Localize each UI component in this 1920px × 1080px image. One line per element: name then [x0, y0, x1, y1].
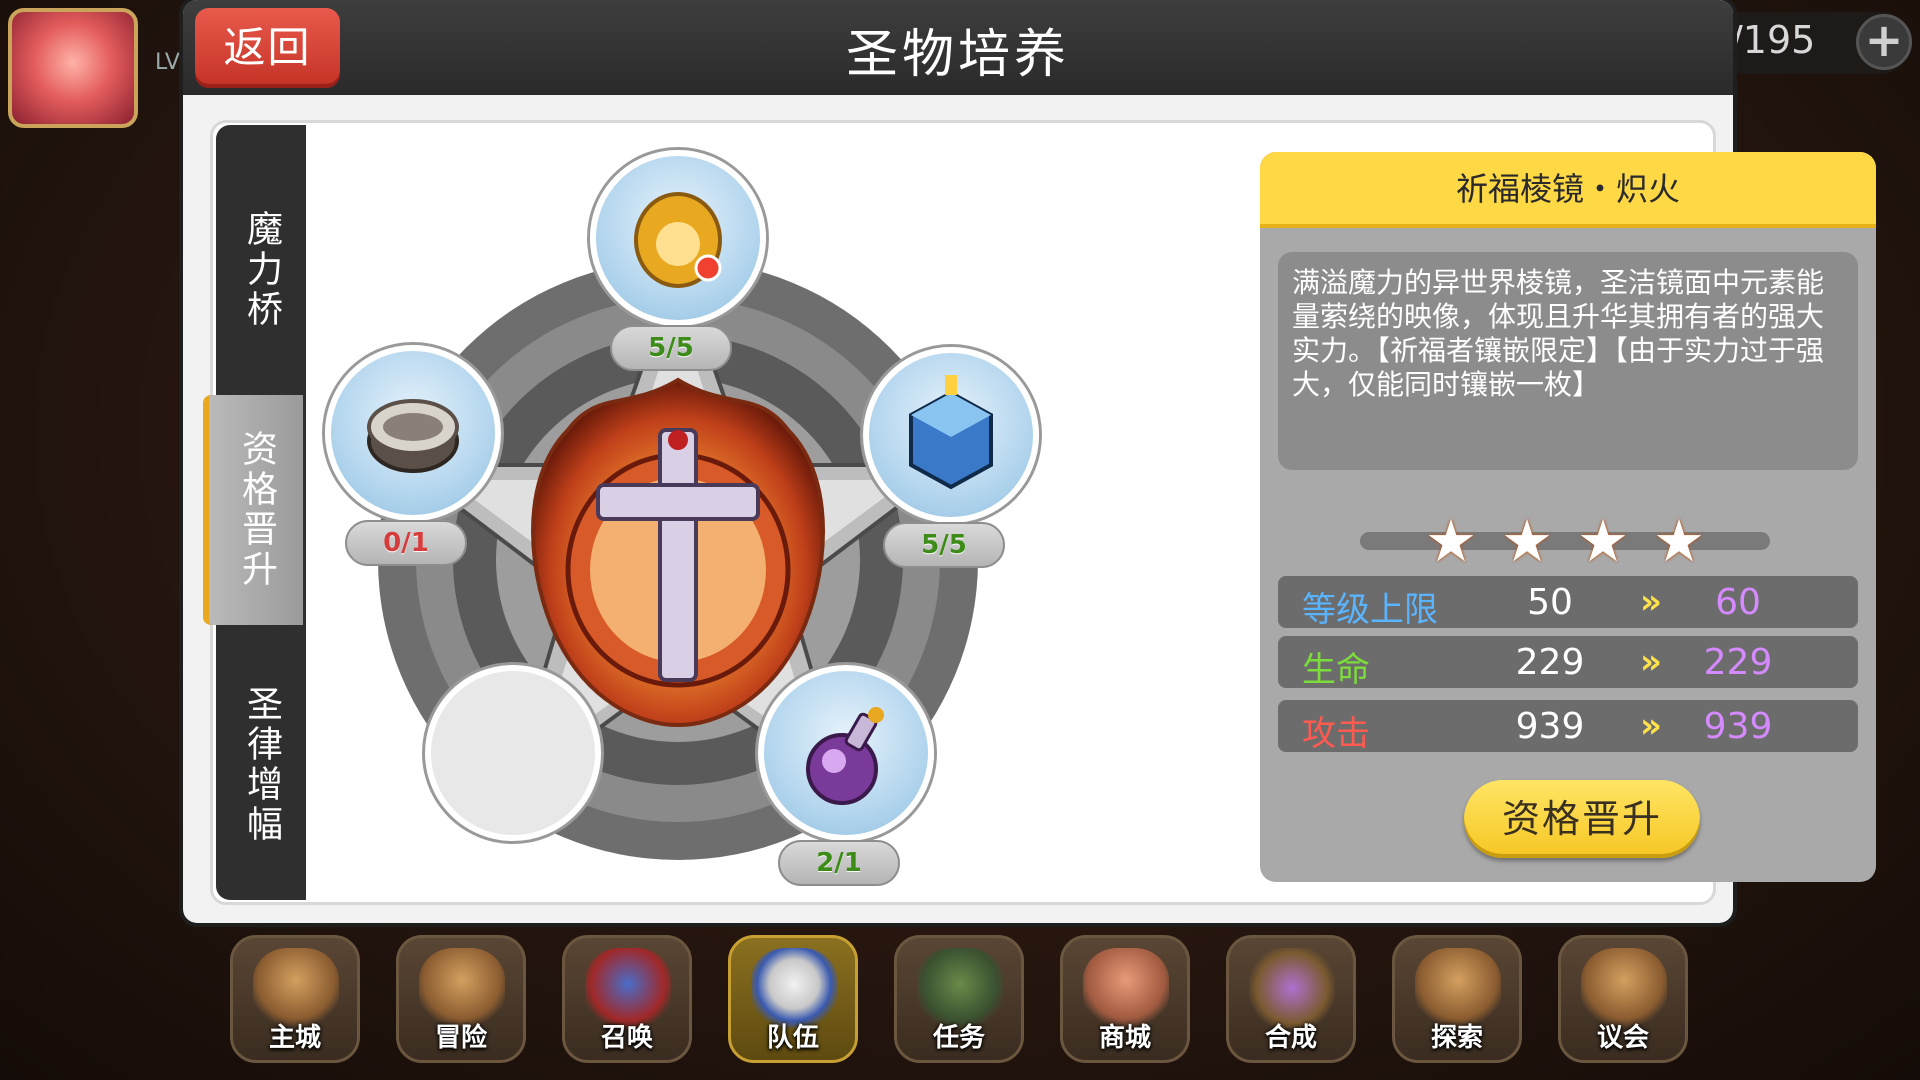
stat-current: 229	[1515, 642, 1585, 683]
nav-summon[interactable]: 召唤	[562, 935, 692, 1063]
nav-label: 主城	[268, 1023, 321, 1053]
nav-label: 冒险	[434, 1023, 487, 1053]
relic-training-dialog: 圣物培养 返回 魔力桥 资格晋升 圣律增幅 5/5 0/1 5/5 2/1 祈福…	[183, 0, 1876, 923]
relic-slot-empty[interactable]	[425, 665, 601, 841]
stat-row-attack: 攻击 939 » 939	[1278, 700, 1858, 754]
summon-card-icon	[585, 948, 671, 1028]
star-icon: ★	[1501, 507, 1553, 575]
dialog-header: 圣物培养 返回	[183, 0, 1733, 95]
golden-amulet-icon	[634, 192, 722, 288]
tab-qualification-promotion[interactable]: 资格晋升	[203, 395, 303, 625]
nav-label: 队伍	[766, 1023, 819, 1053]
qualification-upgrade-button[interactable]: 资格晋升	[1464, 780, 1700, 858]
stat-current: 50	[1527, 582, 1573, 623]
add-resource-button[interactable]: +	[1856, 14, 1912, 70]
tab-mana-bridge[interactable]: 魔力桥	[216, 165, 306, 375]
star-icon: ★	[1653, 507, 1705, 575]
council-crown-icon	[1581, 948, 1667, 1028]
player-avatar[interactable]	[8, 8, 138, 128]
stat-row-level-cap: 等级上限 50 » 60	[1278, 576, 1858, 630]
silver-ring-icon	[367, 399, 459, 473]
nav-craft[interactable]: 合成	[1226, 935, 1356, 1063]
relic-slot-right[interactable]	[863, 347, 1039, 523]
stat-label: 攻击	[1302, 714, 1370, 754]
nav-label: 议会	[1596, 1023, 1649, 1053]
nav-explore[interactable]: 探索	[1392, 935, 1522, 1063]
bottom-navigation: 主城 冒险 召唤 队伍 任务 商城 合成 探索 议会	[230, 935, 1690, 1070]
dialog-title: 圣物培养	[845, 25, 1070, 85]
level-prefix: LV	[155, 50, 180, 75]
nav-label: 任务	[932, 1023, 985, 1053]
relic-name: 祈福棱镜・炽火	[1455, 170, 1680, 208]
stat-label: 生命	[1302, 650, 1370, 690]
nav-team[interactable]: 队伍	[728, 935, 858, 1063]
relic-slot-left-count: 0/1	[345, 520, 467, 566]
nav-shop[interactable]: 商城	[1060, 935, 1190, 1063]
star-icon: ★	[1577, 507, 1629, 575]
relic-info-panel: 祈福棱镜・炽火 满溢魔力的异世界棱镜，圣洁镜面中元素能量萦绕的映像，体现且升华其…	[1260, 152, 1876, 882]
relic-slot-top[interactable]	[590, 150, 766, 326]
stat-row-hp: 生命 229 » 229	[1278, 636, 1858, 690]
nav-council[interactable]: 议会	[1558, 935, 1688, 1063]
relic-slot-left[interactable]	[325, 345, 501, 521]
nav-quest[interactable]: 任务	[894, 935, 1024, 1063]
relic-description: 满溢魔力的异世界棱镜，圣洁镜面中元素能量萦绕的映像，体现且升华其拥有者的强大实力…	[1278, 252, 1858, 470]
quest-book-icon	[917, 948, 1003, 1028]
relic-name-bar: 祈福棱镜・炽火	[1260, 152, 1876, 228]
nav-label: 探索	[1430, 1023, 1483, 1053]
tab-holy-law-amplify[interactable]: 圣律增幅	[216, 650, 306, 880]
purple-potion-icon	[806, 707, 884, 805]
stat-current: 939	[1515, 706, 1585, 747]
blue-lantern-cube-icon	[909, 375, 993, 490]
double-arrow-icon: »	[1640, 706, 1662, 746]
alchemy-flask-icon	[1249, 948, 1335, 1028]
stat-next: 229	[1703, 642, 1773, 683]
relic-slot-bottom-right-count: 2/1	[778, 840, 900, 886]
star-icon: ★	[1425, 507, 1477, 575]
relic-pentagram: 5/5 0/1 5/5 2/1	[303, 115, 1063, 905]
stat-label: 等级上限	[1302, 590, 1438, 630]
star-rating: ★ ★ ★ ★	[1360, 507, 1770, 575]
relic-slot-bottom-right[interactable]	[758, 665, 934, 841]
nav-label: 召唤	[600, 1023, 653, 1053]
double-arrow-icon: »	[1640, 582, 1662, 622]
resource-counter-text: /195	[1730, 18, 1816, 62]
shop-tree-icon	[1083, 948, 1169, 1028]
nav-label: 合成	[1264, 1023, 1317, 1053]
back-button[interactable]: 返回	[195, 8, 340, 88]
crossed-weapons-icon	[419, 948, 505, 1028]
winged-crest-icon	[751, 948, 837, 1028]
stat-next: 939	[1703, 706, 1773, 747]
crown-icon	[253, 948, 339, 1028]
stat-next: 60	[1715, 582, 1761, 623]
double-arrow-icon: »	[1640, 642, 1662, 682]
nav-adventure[interactable]: 冒险	[396, 935, 526, 1063]
relic-slot-right-count: 5/5	[883, 522, 1005, 568]
sidebar: 魔力桥 资格晋升 圣律增幅	[203, 125, 306, 900]
shovel-rope-icon	[1415, 948, 1501, 1028]
nav-main-city[interactable]: 主城	[230, 935, 360, 1063]
relic-slot-top-count: 5/5	[610, 325, 732, 371]
nav-label: 商城	[1098, 1023, 1151, 1053]
